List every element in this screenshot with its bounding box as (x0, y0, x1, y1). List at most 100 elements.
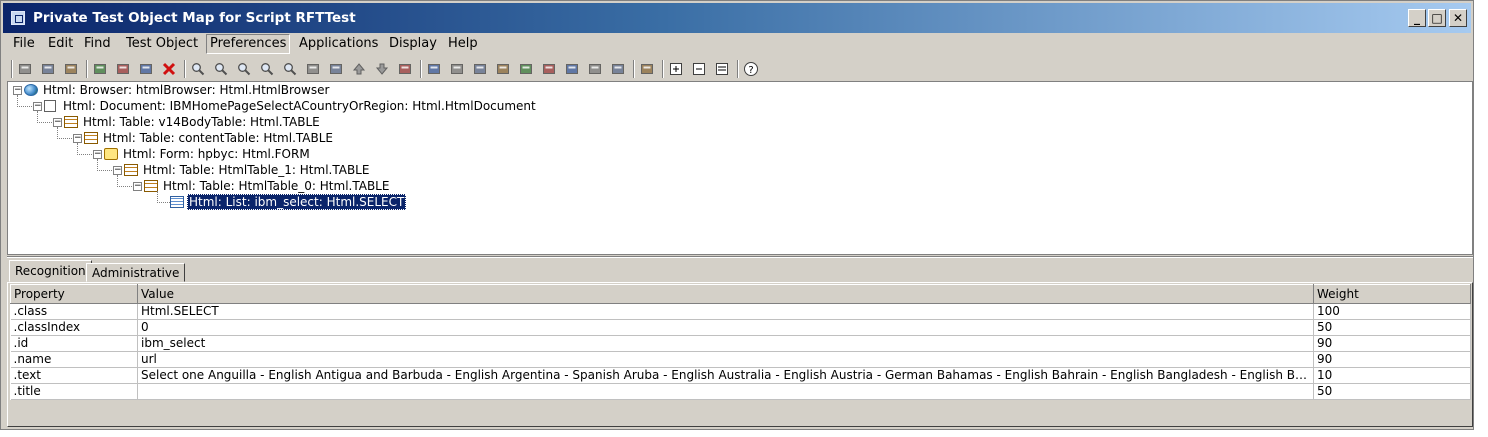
collapse-icon[interactable]: − (13, 86, 22, 95)
splitter[interactable] (7, 256, 1473, 258)
undo-icon[interactable] (63, 61, 79, 77)
insert-object-icon[interactable] (40, 61, 56, 77)
svg-text:?: ? (748, 65, 753, 76)
collapse-icon[interactable]: − (113, 166, 122, 175)
menu-file[interactable]: File (10, 35, 38, 53)
add-object-icon[interactable] (426, 61, 442, 77)
collapse-icon[interactable]: − (73, 134, 82, 143)
find-next-icon[interactable] (213, 61, 229, 77)
value-cell[interactable]: Html.SELECT (137, 303, 1314, 320)
properties-table[interactable]: Property Value Weight .class Html.SELECT… (10, 284, 1471, 400)
property-cell[interactable]: .id (10, 335, 138, 352)
find-matching-icon[interactable] (282, 61, 298, 77)
value-cell[interactable]: 0 (137, 319, 1314, 336)
collapse-icon[interactable]: − (53, 118, 62, 127)
expand-all-icon[interactable] (668, 61, 684, 77)
menu-test-object[interactable]: Test Object (123, 35, 201, 53)
close-button[interactable]: ✕ (1449, 9, 1467, 27)
properties-grid: Property Value Weight .class Html.SELECT… (10, 284, 1471, 424)
menu-preferences[interactable]: Preferences (206, 34, 291, 54)
move-down-icon[interactable] (374, 61, 390, 77)
tree-connector (37, 111, 52, 123)
weight-cell[interactable]: 10 (1313, 367, 1471, 384)
find-replace-icon[interactable] (236, 61, 252, 77)
menu-display[interactable]: Display (386, 35, 440, 53)
properties-panel: Property Value Weight .class Html.SELECT… (7, 282, 1473, 427)
paste-icon[interactable] (138, 61, 154, 77)
maximize-button[interactable]: □ (1428, 9, 1446, 27)
menu-help[interactable]: Help (445, 35, 481, 53)
help-icon[interactable]: ? (743, 61, 759, 77)
sort-icon[interactable] (328, 61, 344, 77)
move-icon[interactable] (397, 61, 413, 77)
tree-connector (77, 143, 92, 155)
edit-properties-icon[interactable] (564, 61, 580, 77)
copy-icon[interactable] (115, 61, 131, 77)
table-row[interactable]: .text Select one Anguilla - English Anti… (10, 367, 1471, 384)
table-row[interactable]: .title 50 (10, 383, 1471, 400)
weight-cell[interactable]: 50 (1313, 319, 1471, 336)
menu-edit[interactable]: Edit (45, 35, 76, 53)
tab-recognition[interactable]: Recognition (9, 260, 92, 282)
menu-bar: File Edit Find Test Object Preferences A… (3, 33, 1471, 55)
find-previous-icon[interactable] (259, 61, 275, 77)
tree-node-htmltable1[interactable]: Html: Table: HtmlTable_1: Html.TABLE (141, 162, 371, 178)
tab-administrative[interactable]: Administrative (86, 263, 186, 282)
table-header-row: Property Value Weight (10, 284, 1471, 304)
value-cell[interactable] (137, 383, 1314, 400)
column-header-weight[interactable]: Weight (1313, 284, 1471, 304)
validate-icon[interactable] (610, 61, 626, 77)
cut-icon[interactable] (92, 61, 108, 77)
merge-icon[interactable] (449, 61, 465, 77)
collapse-icon[interactable]: − (133, 182, 142, 191)
toolbar-separator (86, 60, 88, 78)
split-icon[interactable] (541, 61, 557, 77)
save-icon[interactable] (17, 61, 33, 77)
table-row[interactable]: .class Html.SELECT 100 (10, 303, 1471, 320)
collapse-all-icon[interactable] (691, 61, 707, 77)
table-row[interactable]: .id ibm_select 90 (10, 335, 1471, 352)
delete-icon[interactable] (161, 61, 177, 77)
find-icon[interactable] (190, 61, 206, 77)
app-icon[interactable] (11, 11, 25, 25)
title-bar[interactable]: Private Test Object Map for Script RFTTe… (3, 3, 1471, 33)
tree-node-ibm-select[interactable]: Html: List: ibm_select: Html.SELECT (187, 194, 407, 210)
property-cell[interactable]: .name (10, 351, 138, 368)
minimize-button[interactable]: _ (1408, 9, 1426, 27)
tree-node-document[interactable]: Html: Document: IBMHomePageSelectACountr… (61, 98, 538, 114)
table-row[interactable]: .classIndex 0 50 (10, 319, 1471, 336)
show-details-icon[interactable] (714, 61, 730, 77)
tree-node-contenttable[interactable]: Html: Table: contentTable: Html.TABLE (101, 130, 335, 146)
filter-icon[interactable] (305, 61, 321, 77)
collapse-icon[interactable]: − (33, 102, 42, 111)
collapse-icon[interactable]: − (93, 150, 102, 159)
column-header-property[interactable]: Property (10, 284, 138, 304)
move-up-icon[interactable] (351, 61, 367, 77)
update-icon[interactable] (495, 61, 511, 77)
value-cell[interactable]: Select one Anguilla - English Antigua an… (137, 367, 1314, 384)
display-icon[interactable] (639, 61, 655, 77)
property-cell[interactable]: .title (10, 383, 138, 400)
property-cell[interactable]: .text (10, 367, 138, 384)
tree-connector (17, 95, 32, 107)
tree-node-browser[interactable]: Html: Browser: htmlBrowser: Html.HtmlBro… (41, 82, 331, 98)
weight-cell[interactable]: 90 (1313, 335, 1471, 352)
value-cell[interactable]: ibm_select (137, 335, 1314, 352)
menu-applications[interactable]: Applications (296, 35, 381, 53)
unify-icon[interactable] (472, 61, 488, 77)
menu-find[interactable]: Find (81, 35, 114, 53)
tree-node-v14bodytable[interactable]: Html: Table: v14BodyTable: Html.TABLE (81, 114, 322, 130)
table-row[interactable]: .name url 90 (10, 351, 1471, 368)
property-cell[interactable]: .class (10, 303, 138, 320)
weight-cell[interactable]: 100 (1313, 303, 1471, 320)
tree-node-form[interactable]: Html: Form: hpbyc: Html.FORM (121, 146, 312, 162)
weight-cell[interactable]: 90 (1313, 351, 1471, 368)
highlight-icon[interactable] (587, 61, 603, 77)
associate-icon[interactable] (518, 61, 534, 77)
object-tree[interactable]: − Html: Browser: htmlBrowser: Html.HtmlB… (7, 81, 1473, 255)
weight-cell[interactable]: 50 (1313, 383, 1471, 400)
tree-node-htmltable0[interactable]: Html: Table: HtmlTable_0: Html.TABLE (161, 178, 391, 194)
column-header-value[interactable]: Value (137, 284, 1314, 304)
value-cell[interactable]: url (137, 351, 1314, 368)
property-cell[interactable]: .classIndex (10, 319, 138, 336)
